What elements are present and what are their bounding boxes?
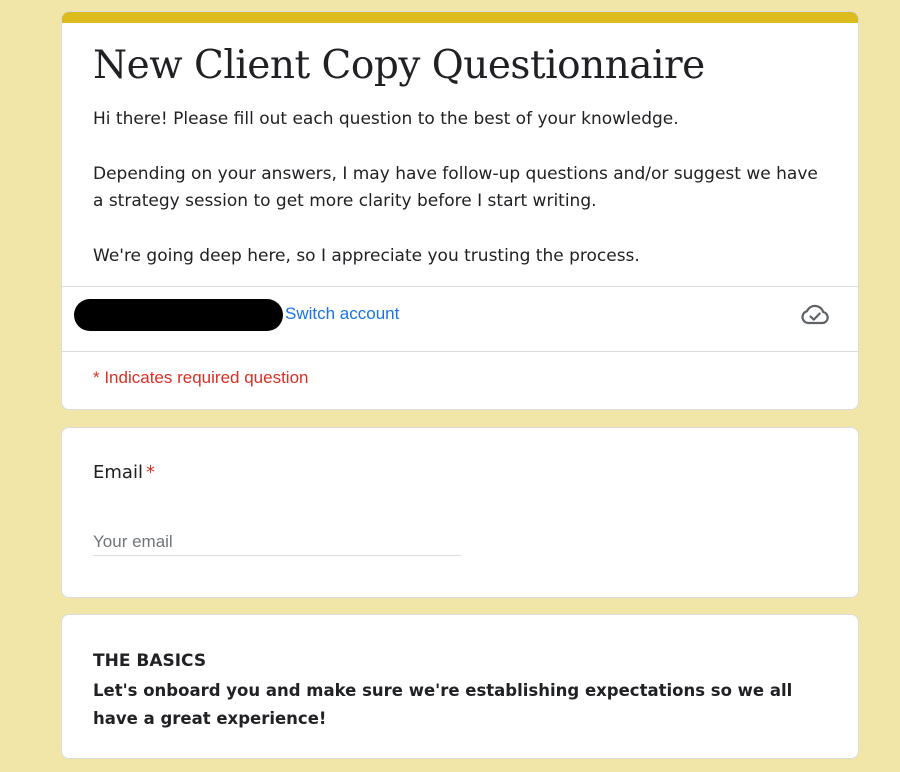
section-title: THE BASICS [93,651,207,671]
header-accent-bar [62,12,858,23]
account-email-redacted [74,299,283,331]
cloud-check-icon [801,304,829,325]
email-question-title: Email * [93,460,155,486]
required-question-note: * Indicates required question [93,368,309,387]
required-asterisk: * [145,462,155,483]
email-input[interactable] [93,528,461,556]
email-question-label: Email [93,462,143,483]
divider [62,351,858,352]
switch-account-link[interactable]: Switch account [285,302,399,326]
email-question-card: Email * [61,427,859,598]
section-header-card: THE BASICS Let's onboard you and make su… [61,614,859,759]
form-description-followup: Depending on your answers, I may have fo… [93,164,818,211]
section-description: Let's onboard you and make sure we're es… [93,681,793,728]
form-header-card: New Client Copy Questionnaire Hi there! … [61,11,859,410]
divider [62,286,858,287]
form-description-closing: We're going deep here, so I appreciate y… [93,246,640,266]
form-title: New Client Copy Questionnaire [93,43,705,88]
form-description-intro: Hi there! Please fill out each question … [93,109,679,129]
